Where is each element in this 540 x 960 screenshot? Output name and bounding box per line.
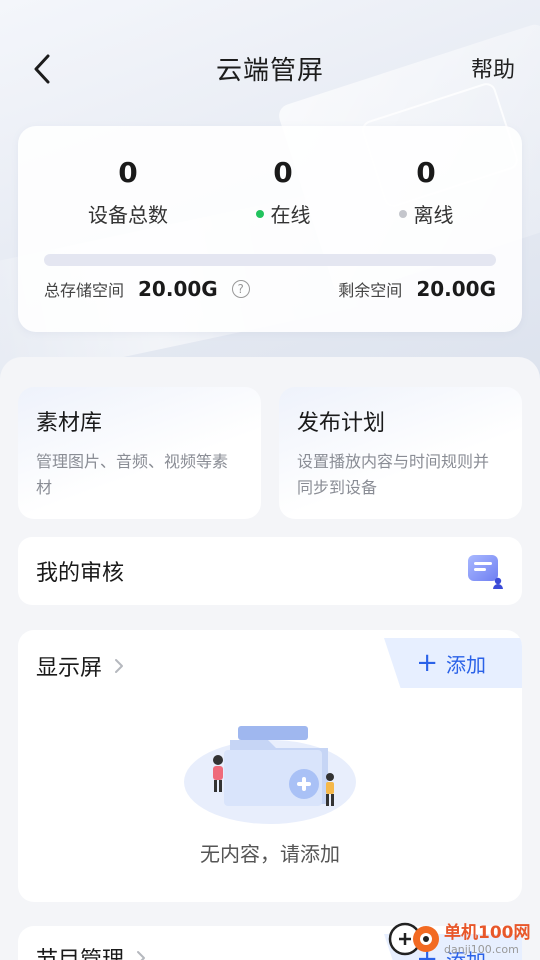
watermark-name: 单机100网	[444, 923, 531, 943]
stat-total-devices[interactable]: 0 设备总数	[78, 156, 178, 228]
program-section-title: 节目管理	[36, 942, 124, 960]
help-button[interactable]: 帮助	[471, 52, 515, 84]
top-bar: 云端管屏 帮助	[0, 0, 540, 136]
watermark: 单机100网 danji100.com	[388, 914, 538, 960]
device-stats-card: 0 设备总数 0 在线 0 离线 总存储空间 20.00G ? 剩余空间 20.…	[18, 126, 522, 332]
add-display-label: 添加	[446, 652, 486, 677]
online-label: 在线	[270, 203, 311, 227]
total-devices-count: 0	[118, 156, 138, 189]
watermark-url: danji100.com	[444, 943, 519, 956]
remaining-storage-value: 20.00G	[416, 277, 496, 301]
publish-plan-title: 发布计划	[297, 411, 386, 436]
material-library-card[interactable]: 素材库 管理图片、音频、视频等素材	[18, 387, 261, 519]
material-library-title: 素材库	[36, 411, 103, 436]
publish-plan-desc: 设置播放内容与时间规则并同步到设备	[297, 452, 490, 497]
display-section-header[interactable]: 显示屏	[36, 650, 126, 682]
publish-plan-card[interactable]: 发布计划 设置播放内容与时间规则并同步到设备	[279, 387, 522, 519]
online-status-dot	[255, 209, 264, 218]
review-document-icon	[468, 555, 503, 589]
stat-online-devices[interactable]: 0 在线	[233, 156, 333, 228]
display-screen-card: 显示屏 + 添加 无内容，请添加	[18, 630, 522, 902]
stat-offline-devices[interactable]: 0 离线	[376, 156, 476, 228]
total-devices-label: 设备总数	[88, 203, 168, 227]
chevron-right-icon	[115, 659, 124, 673]
empty-folder-illustration	[184, 726, 356, 824]
watermark-logo-icon	[388, 922, 439, 956]
add-display-button[interactable]: + 添加	[384, 638, 522, 688]
storage-info-row: 总存储空间 20.00G ? 剩余空间 20.00G	[44, 276, 496, 302]
display-section-title: 显示屏	[36, 656, 103, 681]
online-devices-count: 0	[273, 156, 293, 189]
chevron-right-icon	[137, 951, 146, 960]
total-storage-label: 总存储空间	[44, 281, 125, 300]
my-review-title: 我的审核	[36, 561, 125, 586]
page-title: 云端管屏	[215, 56, 324, 86]
offline-devices-count: 0	[416, 156, 436, 189]
program-section-header[interactable]: 节目管理	[36, 942, 148, 960]
empty-state-text: 无内容，请添加	[200, 842, 340, 866]
remaining-storage-label: 剩余空间	[338, 281, 403, 300]
question-circle-icon[interactable]: ?	[231, 280, 250, 298]
my-review-row[interactable]: 我的审核	[18, 537, 522, 605]
material-library-desc: 管理图片、音频、视频等素材	[36, 452, 229, 497]
plus-icon: +	[416, 648, 438, 678]
storage-progress-bar	[44, 254, 496, 266]
offline-label: 离线	[413, 203, 454, 227]
offline-status-dot	[398, 209, 407, 218]
total-storage-value: 20.00G	[138, 277, 218, 301]
